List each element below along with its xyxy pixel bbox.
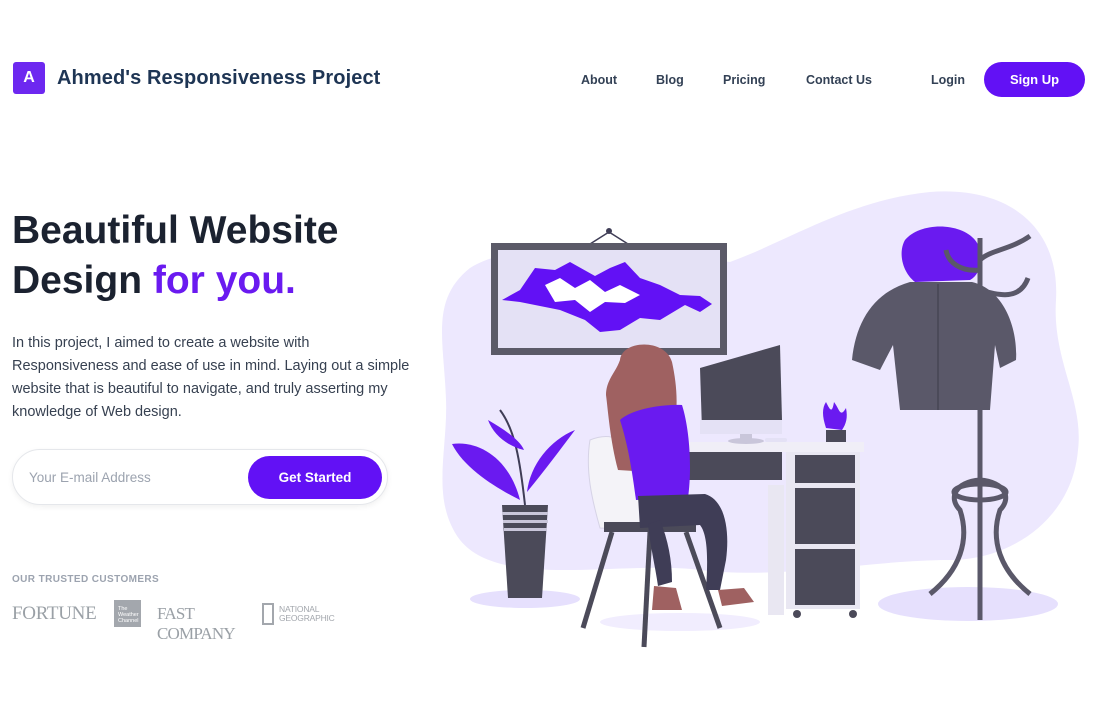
hero-heading-accent: for you. xyxy=(152,259,296,302)
nav-about[interactable]: About xyxy=(581,73,617,87)
natgeo-line2: GEOGRAPHIC xyxy=(279,613,335,623)
email-signup-form: Get Started xyxy=(12,449,388,505)
hero-heading: Beautiful Website Design for you. xyxy=(12,206,339,306)
mountain-painting-icon xyxy=(491,228,727,355)
trusted-customers-label: OUR TRUSTED CUSTOMERS xyxy=(12,574,160,585)
sign-up-button[interactable]: Sign Up xyxy=(984,62,1085,97)
get-started-button[interactable]: Get Started xyxy=(248,456,382,499)
natgeo-frame-icon xyxy=(262,603,274,625)
hero-description: In this project, I aimed to create a web… xyxy=(12,335,410,420)
weather-channel-logo: The Weather Channel xyxy=(114,600,141,627)
email-input[interactable] xyxy=(29,458,239,496)
chair-shadow xyxy=(600,613,760,631)
fast-company-logo: FAST COMPANY xyxy=(157,604,236,643)
natgeo-text: NATIONAL GEOGRAPHIC xyxy=(279,605,335,623)
fortune-logo: FORTUNE xyxy=(12,603,97,624)
hero-heading-line2: Design xyxy=(12,259,153,302)
hero-heading-line1: Beautiful Website xyxy=(12,209,339,252)
nav-contact-us[interactable]: Contact Us xyxy=(806,73,872,87)
nav-pricing[interactable]: Pricing xyxy=(723,73,765,87)
nav-blog[interactable]: Blog xyxy=(656,73,684,87)
login-link[interactable]: Login xyxy=(931,73,965,87)
main-nav: About Blog Pricing Contact Us Login xyxy=(0,73,1093,89)
national-geographic-logo: NATIONAL GEOGRAPHIC xyxy=(262,602,335,626)
hero-illustration xyxy=(442,191,1079,648)
